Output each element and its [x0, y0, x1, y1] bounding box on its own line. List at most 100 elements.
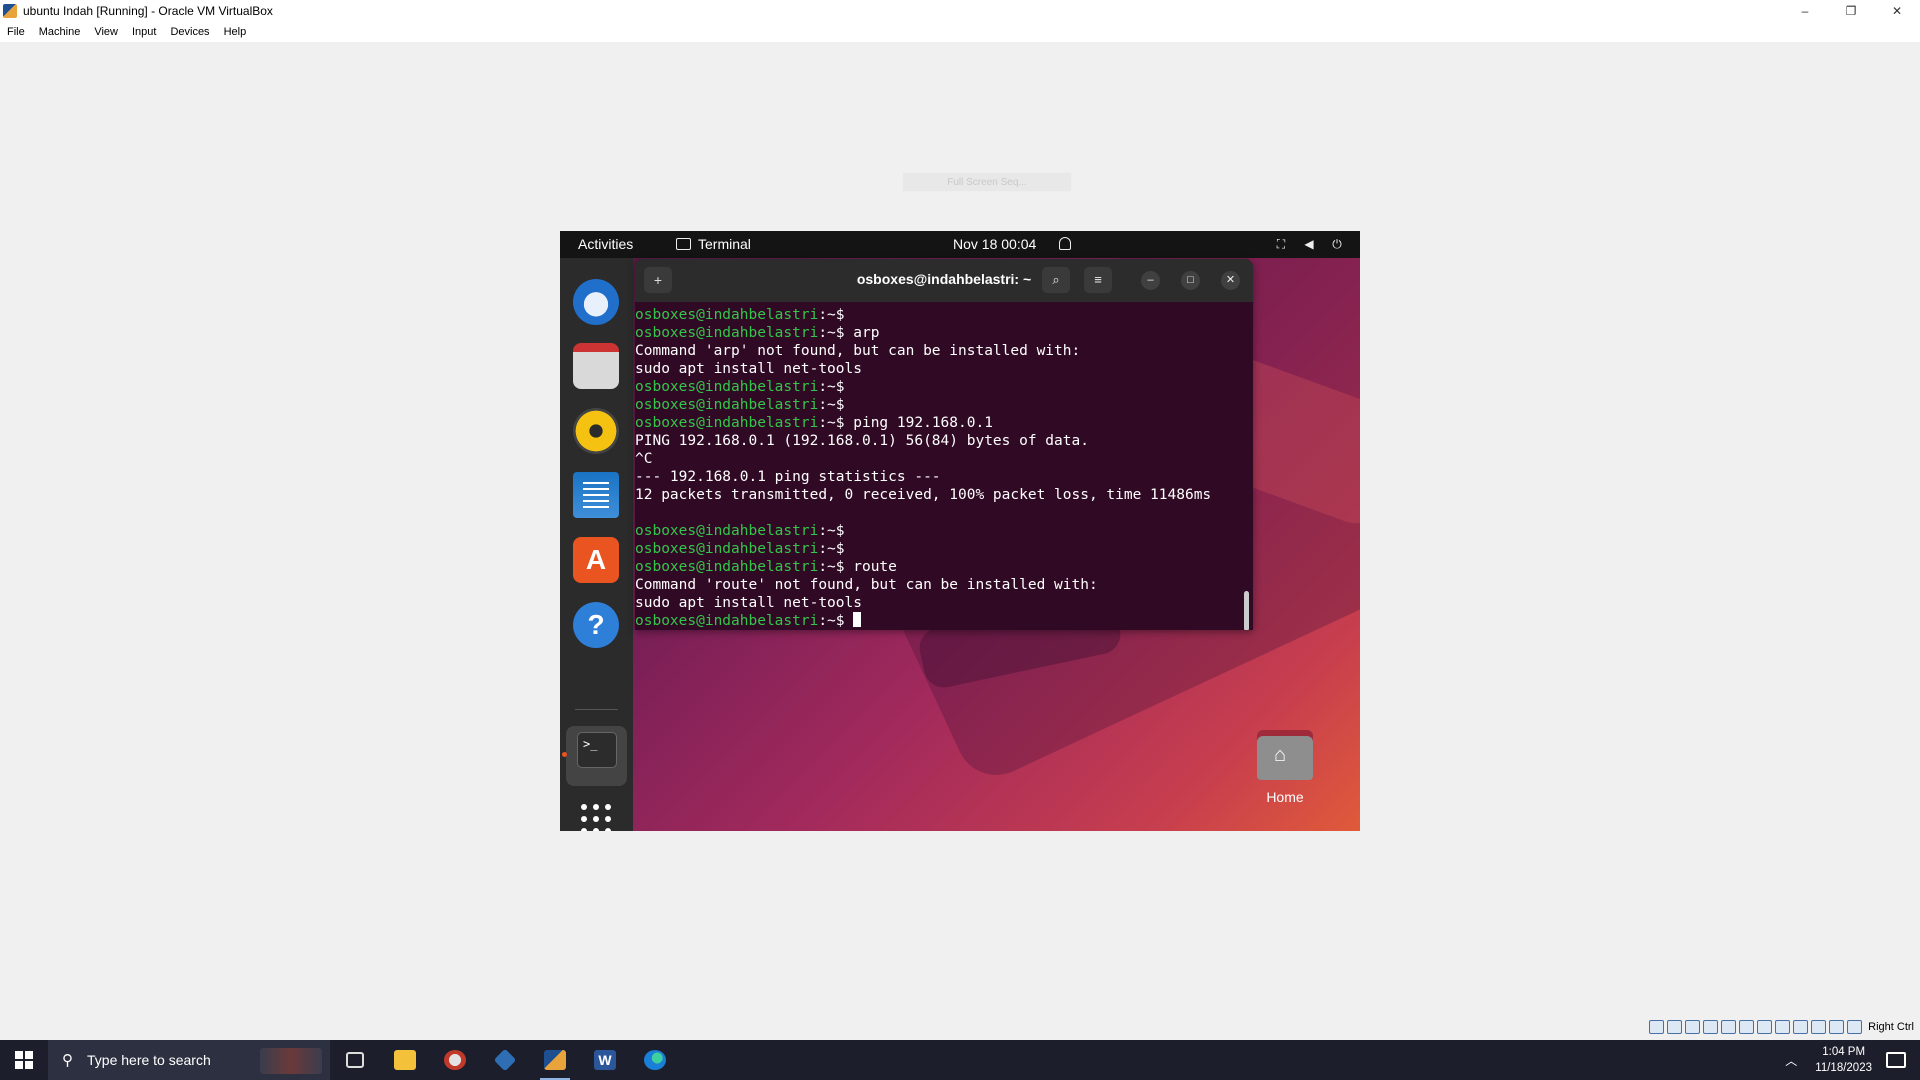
show-hidden-icons-icon[interactable]: ︿ — [1785, 1052, 1797, 1069]
terminal-window[interactable]: + osboxes@indahbelastri: ~ ⌕ ≡ – □ ✕ osb… — [635, 259, 1253, 630]
terminal-prompt-line: osboxes@indahbelastri:~$ ping 192.168.0.… — [635, 414, 1253, 432]
vt-x-icon[interactable] — [1811, 1020, 1827, 1034]
show-apps-icon[interactable] — [581, 804, 611, 831]
terminal-header[interactable]: + osboxes@indahbelastri: ~ ⌕ ≡ – □ ✕ — [635, 259, 1253, 302]
terminal-icon — [676, 238, 691, 250]
action-center-icon[interactable] — [1886, 1052, 1906, 1068]
terminal-icon[interactable]: >_ — [577, 732, 617, 768]
guest-screen[interactable]: Activities Terminal Nov 18 00:04 ⛶ ◀ ⏻ A… — [560, 231, 1360, 831]
time-label: 1:04 PM — [1822, 1046, 1866, 1058]
vbox-menubar: File Machine View Input Devices Help — [0, 22, 1920, 42]
window-controls: – ❐ ✕ — [1782, 0, 1920, 22]
terminal-maximize-button[interactable]: □ — [1181, 271, 1200, 290]
terminal-prompt-line: osboxes@indahbelastri:~$ — [635, 396, 1253, 414]
word-button[interactable]: W — [580, 1040, 630, 1080]
menu-input[interactable]: Input — [125, 26, 163, 38]
host-key-label: Right Ctrl — [1868, 1021, 1914, 1033]
menu-file[interactable]: File — [0, 26, 32, 38]
browser-button[interactable] — [430, 1040, 480, 1080]
menu-view[interactable]: View — [87, 26, 125, 38]
keyboard-capture-icon[interactable] — [1847, 1020, 1863, 1034]
terminal-prompt-line: osboxes@indahbelastri:~$ — [635, 522, 1253, 540]
network-icon[interactable] — [1703, 1020, 1719, 1034]
cpu-icon[interactable] — [1793, 1020, 1809, 1034]
prompt-user: osboxes@indahbelastri — [635, 541, 819, 557]
terminal-output-line: ^C — [635, 451, 653, 467]
home-folder-icon[interactable]: ⌂ — [1257, 730, 1313, 780]
app-menu-terminal[interactable]: Terminal — [676, 236, 751, 252]
date-label: 11/18/2023 — [1815, 1062, 1872, 1074]
restore-button[interactable]: ❐ — [1828, 0, 1874, 22]
terminal-output-line: Command 'route' not found, but can be in… — [635, 577, 1098, 593]
dock-separator — [575, 709, 618, 710]
mouse-integration-icon[interactable] — [1829, 1020, 1845, 1034]
terminal-output-line: 12 packets transmitted, 0 received, 100%… — [635, 487, 1212, 503]
search-icon: ⚲ — [62, 1052, 73, 1069]
notification-bell-icon — [1059, 237, 1071, 250]
prompt-command: :~$ — [818, 397, 845, 413]
help-icon[interactable]: ? — [573, 602, 619, 648]
audio-icon[interactable] — [1685, 1020, 1701, 1034]
prompt-command: :~$ — [818, 523, 845, 539]
hamburger-menu-button[interactable]: ≡ — [1084, 267, 1112, 293]
files-icon[interactable] — [573, 343, 619, 389]
virtualbox-button[interactable] — [480, 1040, 530, 1080]
fullscreen-hint: Full Screen Seq... — [902, 172, 1072, 192]
prompt-command: :~$ — [818, 541, 845, 557]
terminal-output-line: Command 'arp' not found, but can be inst… — [635, 343, 1081, 359]
windows-logo-icon — [15, 1051, 33, 1069]
terminal-minimize-button[interactable]: – — [1141, 271, 1160, 290]
prompt-command: :~$ route — [818, 559, 897, 575]
menu-devices[interactable]: Devices — [163, 26, 216, 38]
video-capture-icon[interactable] — [1775, 1020, 1791, 1034]
clock[interactable]: Nov 18 00:04 — [953, 236, 1036, 252]
menu-machine[interactable]: Machine — [32, 26, 88, 38]
display-icon[interactable] — [1757, 1020, 1773, 1034]
gnome-top-bar: Activities Terminal Nov 18 00:04 ⛶ ◀ ⏻ — [560, 231, 1360, 258]
dock: A ? >_ — [560, 258, 633, 831]
prompt-command: :~$ ping 192.168.0.1 — [818, 415, 993, 431]
task-view-button[interactable] — [330, 1040, 380, 1080]
house-icon: ⌂ — [1274, 744, 1287, 766]
terminal-close-button[interactable]: ✕ — [1221, 271, 1240, 290]
edge-button[interactable] — [630, 1040, 680, 1080]
search-button[interactable]: ⌕ — [1042, 267, 1070, 293]
rhythmbox-icon[interactable] — [573, 408, 619, 454]
virtualbox-icon — [493, 1048, 517, 1072]
hard-disk-icon[interactable] — [1649, 1020, 1665, 1034]
taskbar-search[interactable]: ⚲ Type here to search — [48, 1040, 330, 1080]
prompt-user: osboxes@indahbelastri — [635, 415, 819, 431]
prompt-command: :~$ — [818, 307, 845, 323]
terminal-prompt-line: osboxes@indahbelastri:~$ — [635, 306, 1253, 324]
optical-drive-icon[interactable] — [1667, 1020, 1683, 1034]
word-icon: W — [594, 1050, 616, 1070]
ubuntu-software-icon[interactable]: A — [573, 537, 619, 583]
prompt-command: :~$ — [818, 379, 845, 395]
file-explorer-icon — [394, 1050, 416, 1070]
prompt-user: osboxes@indahbelastri — [635, 613, 819, 629]
minimize-button[interactable]: – — [1782, 0, 1828, 22]
close-button[interactable]: ✕ — [1874, 0, 1920, 22]
terminal-output[interactable]: osboxes@indahbelastri:~$ osboxes@indahbel… — [635, 302, 1253, 630]
activities-button[interactable]: Activities — [578, 236, 633, 252]
volume-icon: ◀ — [1304, 237, 1314, 251]
virtualbox-vm-button[interactable] — [530, 1040, 580, 1080]
terminal-scrollbar[interactable] — [1244, 591, 1249, 630]
shared-folders-icon[interactable] — [1739, 1020, 1755, 1034]
prompt-user: osboxes@indahbelastri — [635, 325, 819, 341]
libreoffice-writer-icon[interactable] — [573, 472, 619, 518]
prompt-command: :~$ arp — [818, 325, 880, 341]
system-tray[interactable]: ⛶ ◀ ⏻ — [1274, 237, 1344, 251]
file-explorer-button[interactable] — [380, 1040, 430, 1080]
vbox-statusbar: Right Ctrl — [1649, 1018, 1920, 1036]
start-button[interactable] — [0, 1040, 48, 1080]
virtualbox-app-icon — [3, 4, 17, 18]
prompt-user: osboxes@indahbelastri — [635, 523, 819, 539]
prompt-user: osboxes@indahbelastri — [635, 559, 819, 575]
taskbar-clock[interactable]: 1:04 PM 11/18/2023 — [1815, 1044, 1872, 1076]
thunderbird-icon[interactable] — [573, 279, 619, 325]
browser-icon — [444, 1050, 466, 1070]
menu-help[interactable]: Help — [217, 26, 254, 38]
usb-icon[interactable] — [1721, 1020, 1737, 1034]
